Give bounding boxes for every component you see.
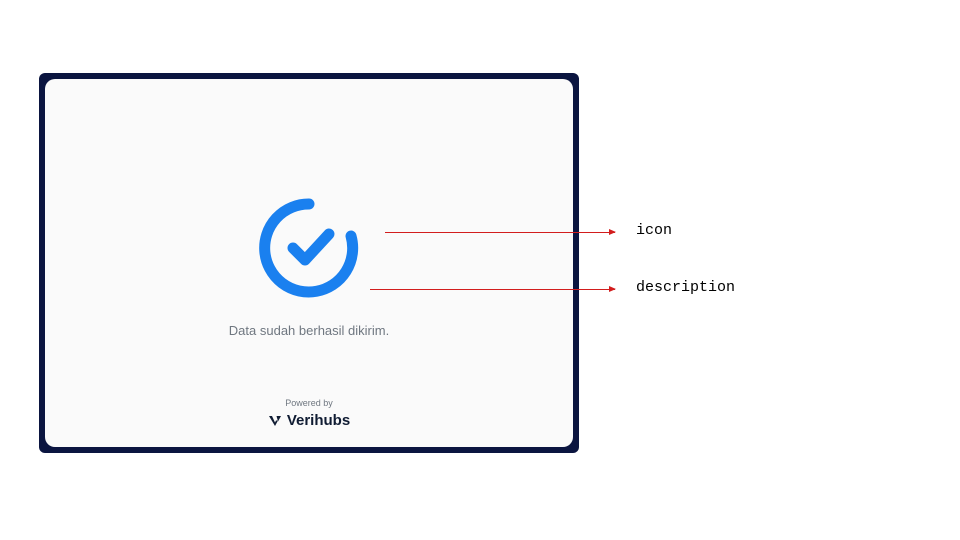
brand-name: Verihubs (287, 412, 350, 429)
callout-label-description: description (636, 279, 735, 296)
verihubs-mark-icon (268, 414, 282, 428)
brand-row: Verihubs (268, 412, 350, 429)
diagram-stage: Data sudah berhasil dikirim. Powered by … (0, 0, 960, 540)
callout-arrow-icon (385, 232, 615, 233)
powered-by-label: Powered by (285, 398, 333, 408)
success-check-icon (257, 196, 361, 305)
panel-frame: Data sudah berhasil dikirim. Powered by … (39, 73, 579, 453)
panel-footer: Powered by Verihubs (45, 398, 573, 429)
callout-arrow-description (370, 289, 615, 290)
result-panel: Data sudah berhasil dikirim. Powered by … (45, 79, 573, 447)
callout-label-icon: icon (636, 222, 672, 239)
description-text: Data sudah berhasil dikirim. (229, 323, 389, 338)
